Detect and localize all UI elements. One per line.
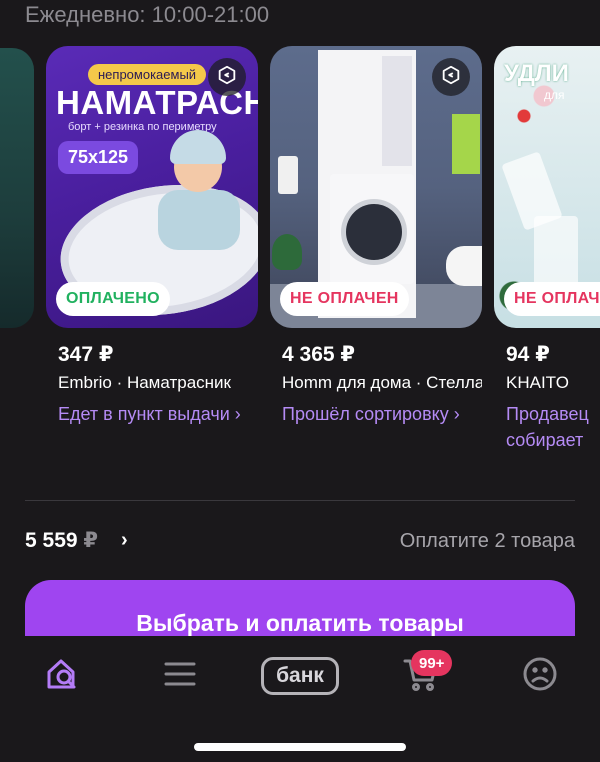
share-button[interactable] — [432, 58, 470, 96]
delivery-status-link[interactable]: Едет в пункт выдачи › — [58, 401, 258, 427]
product-name: KHAITO — [506, 373, 569, 392]
product-image[interactable]: УДЛИ для НЕ ОПЛАЧЕН — [494, 46, 600, 328]
product-name: Homm для дома · Стеллаж — [282, 373, 482, 392]
pay-hint: Оплатите 2 товара — [399, 530, 575, 552]
menu-icon — [163, 660, 197, 693]
product-image[interactable]: непромокаемый НАМАТРАСНИК борт + резинка… — [46, 46, 258, 328]
order-card-3[interactable]: УДЛИ для НЕ ОПЛАЧЕН 94 ₽ KHAITO Продавец… — [494, 46, 600, 456]
product-price: 4 365 ₽ — [282, 343, 355, 366]
image-title: УДЛИ — [504, 60, 569, 87]
image-tag: непромокаемый — [88, 64, 207, 85]
cart-count-badge: 99+ — [411, 650, 453, 676]
tab-catalog[interactable] — [160, 654, 200, 698]
profile-icon — [522, 656, 558, 697]
image-subtitle: для — [544, 88, 565, 102]
delivery-status-link[interactable]: Прошёл сортировку › — [282, 401, 482, 427]
share-icon — [440, 64, 462, 91]
baby-illustration — [158, 190, 240, 250]
toilet-illustration — [446, 246, 482, 286]
total-currency: ₽ — [83, 529, 99, 552]
order-card-1[interactable]: непромокаемый НАМАТРАСНИК борт + резинка… — [46, 46, 258, 427]
total-value: 5 559 — [25, 529, 78, 552]
store-hours: Ежедневно: 10:00-21:00 — [25, 2, 270, 27]
tab-bank[interactable]: банк — [259, 654, 341, 698]
tab-home[interactable] — [40, 654, 84, 698]
payment-status-badge: НЕ ОПЛАЧЕН — [280, 282, 409, 316]
shelves-illustration — [382, 56, 412, 166]
glass-illustration — [534, 216, 578, 286]
washer-drum — [346, 204, 402, 260]
share-icon — [216, 64, 238, 91]
orders-carousel[interactable]: непромокаемый НАМАТРАСНИК борт + резинка… — [0, 46, 600, 456]
previous-card-edge[interactable] — [0, 48, 34, 328]
towel-illustration — [278, 156, 298, 194]
chevron-right-icon[interactable]: › — [121, 529, 128, 552]
product-image[interactable]: НЕ ОПЛАЧЕН — [270, 46, 482, 328]
tab-profile[interactable] — [518, 654, 562, 698]
share-button[interactable] — [208, 58, 246, 96]
image-size: 75х125 — [58, 141, 139, 174]
home-search-icon — [43, 655, 81, 698]
payment-status-badge: НЕ ОПЛАЧЕН — [504, 282, 600, 316]
payment-status-badge: ОПЛАЧЕНО — [56, 282, 170, 316]
delivery-status-link[interactable]: Продавец собирает заказ › — [506, 401, 600, 456]
home-indicator[interactable] — [194, 743, 406, 751]
product-price: 347 ₽ — [58, 343, 114, 366]
order-summary[interactable]: 5 559 ₽ › Оплатите 2 товара — [25, 528, 575, 556]
brand-tag — [452, 114, 480, 174]
product-name: Embrio · Наматрасник — [58, 373, 231, 392]
total-amount[interactable]: 5 559 ₽ — [25, 528, 98, 553]
baby-hat — [170, 130, 226, 164]
plant-illustration — [272, 234, 302, 270]
divider — [25, 500, 575, 501]
bank-label: банк — [261, 657, 339, 695]
order-card-2[interactable]: НЕ ОПЛАЧЕН 4 365 ₽ Homm для дома · Стелл… — [270, 46, 482, 427]
product-price: 94 ₽ — [506, 343, 550, 366]
